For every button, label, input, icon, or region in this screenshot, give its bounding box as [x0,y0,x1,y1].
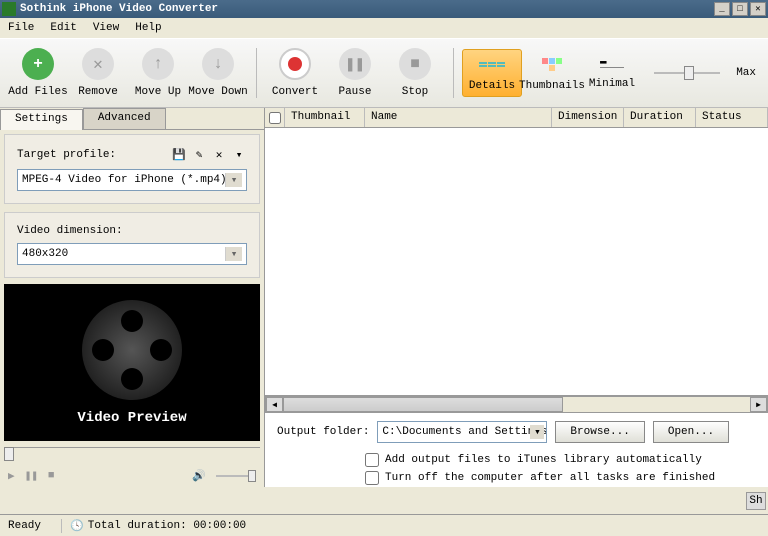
table-header: Thumbnail Name Dimension Duration Status [265,108,768,128]
preview-label: Video Preview [77,410,186,426]
video-dimension-panel: Video dimension: 480x320 [4,212,260,278]
max-label: Max [732,67,760,79]
record-icon [279,48,311,80]
scroll-right-icon[interactable]: ▶ [750,397,767,412]
col-duration[interactable]: Duration [624,108,696,127]
stop-icon: ■ [399,48,431,80]
stop-icon[interactable]: ■ [48,470,55,482]
col-thumbnail[interactable]: Thumbnail [285,108,365,127]
target-profile-select[interactable]: MPEG-4 Video for iPhone (*.mp4) [17,169,247,191]
thumbnail-size-slider[interactable] [642,72,732,74]
edit-profile-icon[interactable]: ✎ [191,147,207,163]
move-down-button[interactable]: ↓Move Down [188,48,248,98]
details-view-button[interactable]: Details [462,49,522,97]
arrow-up-icon: ↑ [142,48,174,80]
titlebar: Sothink iPhone Video Converter _ □ ✕ [0,0,768,18]
save-profile-icon[interactable]: 💾 [171,147,187,163]
stop-button[interactable]: ■Stop [385,48,445,98]
film-reel-icon [82,300,182,400]
convert-button[interactable]: Convert [265,48,325,98]
scroll-left-icon[interactable]: ◀ [266,397,283,412]
status-ready: Ready [8,520,41,532]
itunes-checkbox[interactable] [365,453,379,467]
chevron-down-icon[interactable]: ▾ [231,147,247,163]
video-dimension-label: Video dimension: [17,225,123,237]
details-icon [479,54,505,74]
col-status[interactable]: Status [696,108,768,127]
tab-settings[interactable]: Settings [0,109,83,130]
itunes-checkbox-row: Add output files to iTunes library autom… [265,451,768,469]
menu-help[interactable]: Help [135,22,161,34]
pause-button[interactable]: ❚❚Pause [325,48,385,98]
shutdown-checkbox-label: Turn off the computer after all tasks ar… [385,472,715,484]
sh-button[interactable]: Sh [746,492,766,510]
menubar: File Edit View Help [0,18,768,38]
thumbnails-icon [539,54,565,74]
menu-edit[interactable]: Edit [50,22,76,34]
tab-advanced[interactable]: Advanced [83,108,166,129]
video-preview: Video Preview [4,284,260,441]
menu-file[interactable]: File [8,22,34,34]
target-profile-label: Target profile: [17,149,116,161]
horizontal-scrollbar[interactable]: ◀ ▶ [265,396,768,413]
preview-controls: ▶ ❚❚ ■ 🔊 [0,465,264,487]
minimize-button[interactable]: _ [714,2,730,16]
col-name[interactable]: Name [365,108,552,127]
pause-icon: ❚❚ [339,48,371,80]
arrow-down-icon: ↓ [202,48,234,80]
remove-button[interactable]: ✕Remove [68,48,128,98]
shutdown-checkbox-row: Turn off the computer after all tasks ar… [265,469,768,487]
status-bar: Ready 🕓 Total duration: 00:00:00 [0,514,768,536]
select-all-checkbox[interactable] [265,108,285,127]
left-panel: Settings Advanced Target profile: 💾 ✎ ✕ … [0,108,264,487]
window-title: Sothink iPhone Video Converter [20,3,712,15]
move-up-button[interactable]: ↑Move Up [128,48,188,98]
settings-tabs: Settings Advanced [0,108,264,130]
table-body [265,128,768,396]
pause-icon[interactable]: ❚❚ [25,469,38,483]
volume-icon[interactable]: 🔊 [192,469,206,483]
open-button[interactable]: Open... [653,421,729,443]
maximize-button[interactable]: □ [732,2,748,16]
plus-icon: + [22,48,54,80]
col-dimension[interactable]: Dimension [552,108,624,127]
thumbnails-view-button[interactable]: Thumbnails [522,54,582,92]
toolbar: +Add Files ✕Remove ↑Move Up ↓Move Down C… [0,38,768,108]
file-list-panel: Thumbnail Name Dimension Duration Status… [264,108,768,487]
separator [256,48,257,98]
output-folder-label: Output folder: [277,426,369,438]
clock-icon: 🕓 [70,519,84,533]
video-dimension-select[interactable]: 480x320 [17,243,247,265]
minimal-view-button[interactable]: ▬Minimal [582,56,642,90]
preview-seek-slider[interactable] [4,447,260,461]
add-files-button[interactable]: +Add Files [8,48,68,98]
itunes-checkbox-label: Add output files to iTunes library autom… [385,454,702,466]
volume-slider[interactable] [216,475,256,477]
target-profile-panel: Target profile: 💾 ✎ ✕ ▾ MPEG-4 Video for… [4,134,260,204]
close-button[interactable]: ✕ [750,2,766,16]
separator [453,48,454,98]
status-duration: 🕓 Total duration: 00:00:00 [61,519,254,533]
delete-profile-icon[interactable]: ✕ [211,147,227,163]
menu-view[interactable]: View [93,22,119,34]
shutdown-checkbox[interactable] [365,471,379,485]
app-icon [2,2,16,16]
x-icon: ✕ [82,48,114,80]
output-folder-field[interactable]: C:\Documents and Settings\A [377,421,547,443]
play-icon[interactable]: ▶ [8,469,15,483]
output-folder-row: Output folder: C:\Documents and Settings… [265,413,768,451]
minimal-icon: ▬ [600,56,624,68]
browse-button[interactable]: Browse... [555,421,644,443]
